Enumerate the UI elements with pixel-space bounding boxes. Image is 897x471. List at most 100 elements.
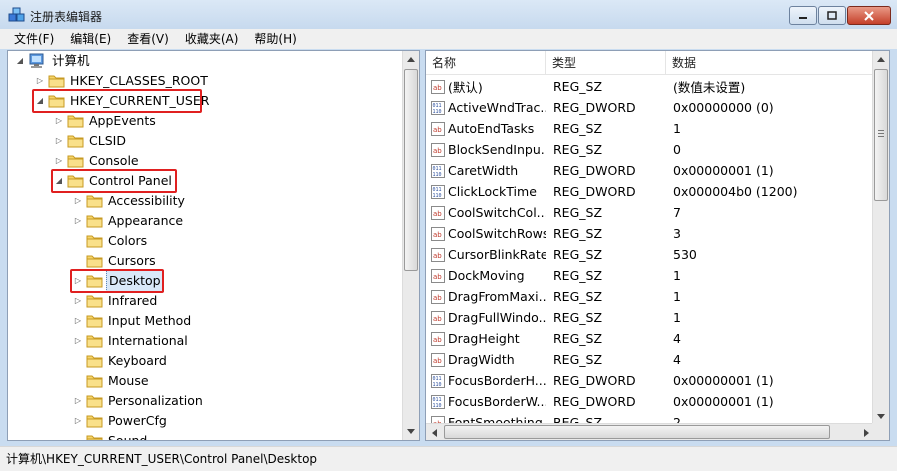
tree-item[interactable]: ◢ HKEY_CURRENT_USER — [34, 91, 211, 111]
svg-text:ab: ab — [433, 315, 442, 323]
tree-item[interactable]: Mouse — [72, 371, 151, 391]
menu-file[interactable]: 文件(F) — [6, 29, 62, 49]
menu-help[interactable]: 帮助(H) — [246, 29, 304, 49]
expand-icon[interactable]: ▷ — [72, 215, 84, 227]
expand-icon[interactable]: ▷ — [72, 315, 84, 327]
list-item[interactable]: ab BlockSendInpu... REG_SZ 0 — [426, 139, 874, 160]
tree-item[interactable]: ▷ Infrared — [72, 291, 159, 311]
tree-item-label: International — [108, 333, 188, 348]
tree-item[interactable]: ▷ Desktop — [72, 270, 164, 292]
title-bar[interactable]: 注册表编辑器 — [0, 0, 897, 30]
value-name: CursorBlinkRate — [448, 247, 546, 262]
tree-item[interactable]: ▷ Console — [53, 151, 141, 171]
value-data: 3 — [673, 226, 681, 241]
key-tree-pane[interactable]: ◢ 计算机 ▷ HKEY_CLASSES_ROOT ◢ HKEY_CURRENT_US… — [7, 50, 420, 441]
list-item[interactable]: ab CoolSwitchRows REG_SZ 3 — [426, 223, 874, 244]
list-item[interactable]: ab DragWidth REG_SZ 4 — [426, 349, 874, 370]
collapse-icon[interactable]: ◢ — [53, 175, 65, 187]
expand-icon — [72, 435, 84, 440]
collapse-icon[interactable]: ◢ — [34, 95, 46, 107]
value-data: 4 — [673, 352, 681, 367]
value-name-cell: ab CoolSwitchCol... — [426, 205, 546, 220]
value-name-cell: ab CursorBlinkRate — [426, 247, 546, 262]
list-vertical-scrollbar[interactable] — [872, 51, 889, 425]
maximize-button[interactable] — [818, 6, 846, 25]
value-name-cell: ab DockMoving — [426, 268, 546, 283]
expand-icon[interactable]: ▷ — [53, 115, 65, 127]
list-item[interactable]: ab CoolSwitchCol... REG_SZ 7 — [426, 202, 874, 223]
list-item[interactable]: 011 110 ClickLockTime REG_DWORD 0x000004b0 (… — [426, 181, 874, 202]
list-item[interactable]: 011 110 FocusBorderW... REG_DWORD 0x00000001… — [426, 391, 874, 412]
list-item[interactable]: ab DockMoving REG_SZ 1 — [426, 265, 874, 286]
close-button[interactable] — [847, 6, 891, 25]
scroll-up-arrow-icon[interactable] — [403, 51, 419, 68]
expand-icon[interactable]: ▷ — [53, 135, 65, 147]
svg-text:ab: ab — [433, 210, 442, 218]
tree-item[interactable]: Colors — [72, 231, 149, 251]
value-name: AutoEndTasks — [448, 121, 535, 136]
expand-icon[interactable]: ▷ — [72, 335, 84, 347]
tree-item[interactable]: ▷ HKEY_CLASSES_ROOT — [34, 71, 210, 91]
tree-item[interactable]: ▷ PowerCfg — [72, 411, 169, 431]
collapse-icon[interactable]: ◢ — [14, 55, 26, 67]
scroll-up-arrow-icon[interactable] — [873, 51, 889, 68]
scroll-left-arrow-icon[interactable] — [426, 424, 442, 440]
list-item[interactable]: ab AutoEndTasks REG_SZ 1 — [426, 118, 874, 139]
tree-item[interactable]: Cursors — [72, 251, 158, 271]
value-type: REG_DWORD — [553, 163, 636, 178]
tree-item[interactable]: ▷ AppEvents — [53, 111, 158, 131]
column-type-header[interactable]: 类型 — [546, 51, 666, 75]
tree-item[interactable]: Keyboard — [72, 351, 169, 371]
list-scroll-thumb[interactable] — [874, 69, 888, 201]
expand-icon[interactable]: ▷ — [34, 75, 46, 87]
tree-item[interactable]: ▷ CLSID — [53, 131, 128, 151]
values-list-pane[interactable]: 名称 类型 数据 ab (默认) REG_SZ (数值未设置) 011 110 Active… — [425, 50, 890, 441]
folder-icon — [67, 135, 84, 148]
tree-root[interactable]: ◢ 计算机 — [14, 51, 92, 71]
list-item[interactable]: ab DragFullWindo... REG_SZ 1 — [426, 307, 874, 328]
string-value-icon: ab — [431, 310, 445, 325]
expand-icon — [72, 255, 84, 267]
list-item[interactable]: ab DragFromMaxi... REG_SZ 1 — [426, 286, 874, 307]
minimize-button[interactable] — [789, 6, 817, 25]
scrollbar-corner — [872, 423, 889, 440]
tree-item[interactable]: ▷ Input Method — [72, 311, 193, 331]
expand-icon[interactable]: ▷ — [72, 295, 84, 307]
tree-item[interactable]: ▷ Appearance — [72, 211, 185, 231]
list-item[interactable]: ab (默认) REG_SZ (数值未设置) — [426, 76, 874, 97]
svg-text:110: 110 — [433, 109, 442, 115]
folder-icon — [86, 315, 103, 328]
tree-item[interactable]: ▷ International — [72, 331, 190, 351]
expand-icon[interactable]: ▷ — [72, 395, 84, 407]
value-data: 0x000004b0 (1200) — [673, 184, 798, 199]
expand-icon[interactable]: ▷ — [53, 155, 65, 167]
value-name-cell: ab BlockSendInpu... — [426, 142, 546, 157]
value-data: 1 — [673, 268, 681, 283]
tree-vertical-scrollbar[interactable] — [402, 51, 419, 440]
list-item[interactable]: 011 110 CaretWidth REG_DWORD 0x00000001 (1) — [426, 160, 874, 181]
list-item[interactable]: 011 110 FocusBorderH... REG_DWORD 0x00000001… — [426, 370, 874, 391]
tree-item[interactable]: Sound — [72, 431, 149, 440]
menu-view[interactable]: 查看(V) — [119, 29, 177, 49]
tree-item[interactable]: ◢ Control Panel — [53, 171, 174, 191]
list-hscroll-thumb[interactable] — [444, 425, 830, 439]
menu-edit[interactable]: 编辑(E) — [62, 29, 119, 49]
column-data-header[interactable]: 数据 — [666, 51, 874, 75]
string-value-icon: ab — [431, 247, 445, 262]
scroll-down-arrow-icon[interactable] — [403, 423, 419, 440]
value-name: FocusBorderW... — [448, 394, 546, 409]
column-name-header[interactable]: 名称 — [426, 51, 546, 75]
expand-icon[interactable]: ▷ — [72, 275, 84, 287]
list-item[interactable]: 011 110 ActiveWndTrac... REG_DWORD 0x0000000… — [426, 97, 874, 118]
tree-item[interactable]: ▷ Accessibility — [72, 191, 187, 211]
expand-icon[interactable]: ▷ — [72, 195, 84, 207]
expand-icon[interactable]: ▷ — [72, 415, 84, 427]
string-value-icon: ab — [431, 142, 445, 157]
tree-item[interactable]: ▷ Personalization — [72, 391, 205, 411]
tree-scroll-thumb[interactable] — [404, 69, 418, 271]
list-item[interactable]: ab DragHeight REG_SZ 4 — [426, 328, 874, 349]
list-horizontal-scrollbar[interactable] — [426, 423, 874, 440]
svg-text:ab: ab — [433, 126, 442, 134]
list-item[interactable]: ab CursorBlinkRate REG_SZ 530 — [426, 244, 874, 265]
menu-favorites[interactable]: 收藏夹(A) — [177, 29, 247, 49]
